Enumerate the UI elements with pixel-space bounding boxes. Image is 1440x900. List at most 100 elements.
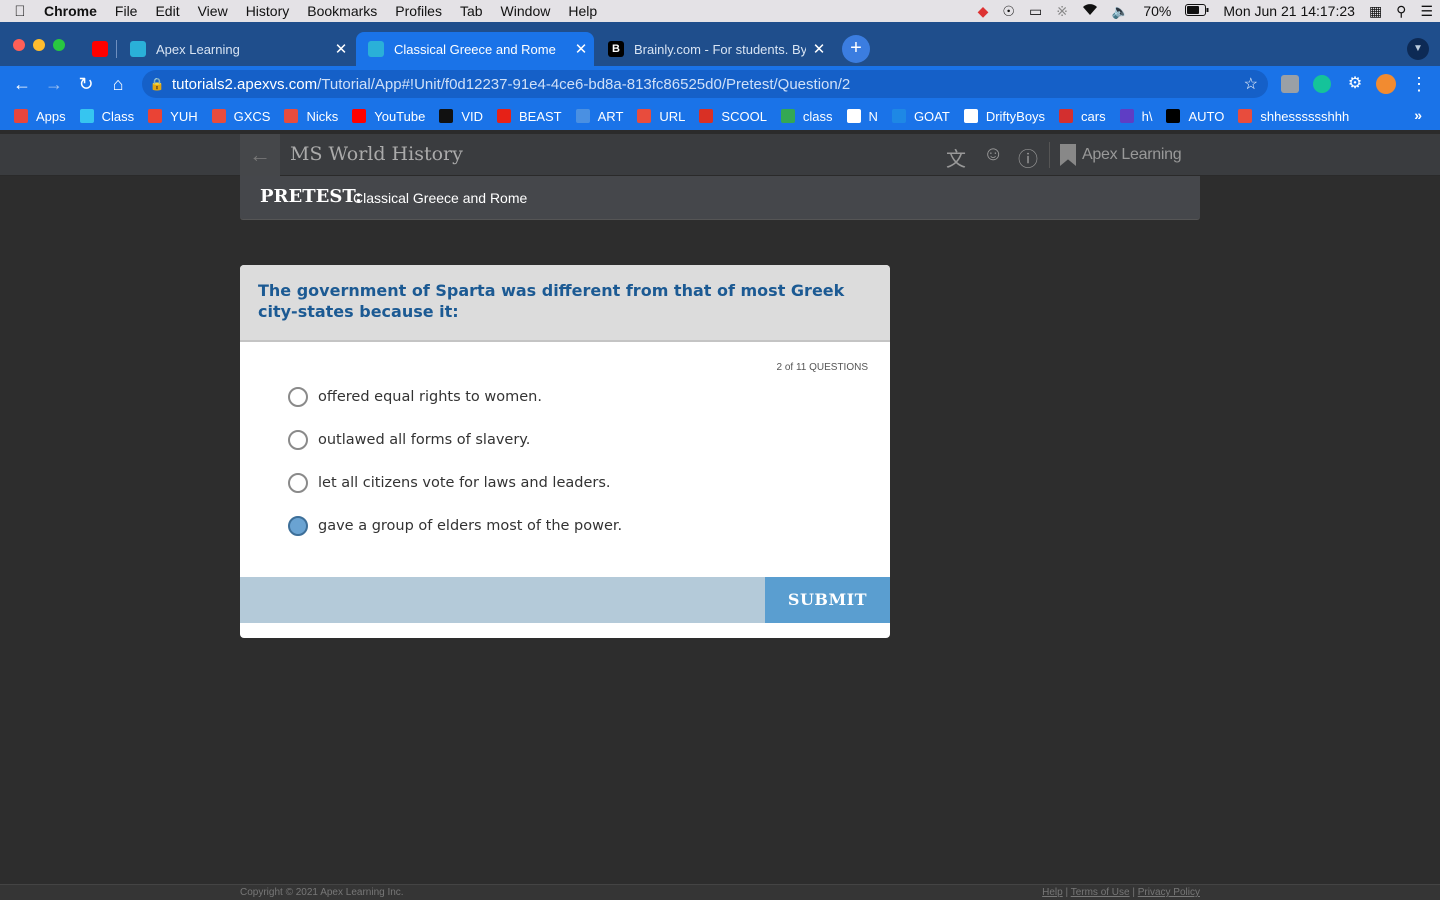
apple-menu-icon[interactable]: : [0, 3, 40, 20]
bookmark-item[interactable]: ART: [575, 109, 623, 124]
radio-button[interactable]: [288, 473, 308, 493]
close-icon[interactable]: ✕: [806, 40, 832, 58]
menu-tab[interactable]: Tab: [451, 3, 492, 19]
bookmark-label: Apps: [36, 108, 66, 124]
menu-view[interactable]: View: [189, 3, 237, 19]
menu-profiles[interactable]: Profiles: [386, 3, 451, 19]
bookmark-item[interactable]: cars: [1059, 109, 1106, 124]
bookmark-label: GXCS: [233, 108, 271, 124]
accessibility-icon[interactable]: ☉: [995, 3, 1022, 20]
url-path: /Tutorial/App#!Unit/f0d12237-91e4-4ce6-b…: [317, 75, 851, 93]
battery-percent[interactable]: 70%: [1136, 3, 1178, 19]
bookmark-favicon-icon: [780, 109, 795, 123]
tab-youtube[interactable]: [80, 32, 116, 66]
close-icon[interactable]: ✕: [568, 40, 594, 58]
control-center-icon[interactable]: ☰: [1413, 3, 1440, 20]
bookmark-item[interactable]: SCOOL: [699, 109, 767, 124]
ruby-icon[interactable]: ◆: [971, 3, 996, 20]
bookmark-item[interactable]: AUTO: [1166, 109, 1224, 124]
answer-text: let all citizens vote for laws and leade…: [318, 475, 611, 491]
bookmark-item[interactable]: class: [780, 109, 833, 124]
submit-button[interactable]: SUBMIT: [765, 577, 890, 623]
question-card: The government of Sparta was different f…: [240, 265, 890, 638]
bookmark-item[interactable]: Apps: [14, 109, 66, 124]
answer-option-3[interactable]: let all citizens vote for laws and leade…: [288, 471, 611, 495]
answer-option-2[interactable]: outlawed all forms of slavery.: [288, 428, 530, 452]
pretest-banner: PRETEST: Classical Greece and Rome: [240, 176, 1200, 220]
window-zoom-button[interactable]: [53, 39, 65, 51]
battery-icon[interactable]: [1178, 3, 1216, 19]
radio-button[interactable]: [288, 387, 308, 407]
tab-apex-learning[interactable]: Apex Learning ✕: [118, 32, 354, 66]
menu-app-name[interactable]: Chrome: [40, 3, 106, 19]
answer-text: outlawed all forms of slavery.: [318, 432, 531, 448]
tab-classical-greece[interactable]: Classical Greece and Rome ✕: [356, 32, 594, 66]
bookmark-label: YUH: [170, 108, 198, 124]
bookmark-item[interactable]: GXCS: [211, 108, 271, 124]
bookmark-item[interactable]: GOAT: [891, 109, 950, 124]
bookmark-item[interactable]: BEAST: [497, 109, 562, 124]
bookmark-favicon-icon: [148, 109, 163, 123]
extensions-puzzle-icon[interactable]: ⚙: [1343, 72, 1367, 96]
bookmark-item[interactable]: shhesssssshhh: [1238, 109, 1349, 124]
bookmark-item[interactable]: YouTube: [352, 109, 425, 124]
extension-icon[interactable]: [1281, 75, 1299, 93]
terms-link[interactable]: Terms of Use: [1071, 887, 1130, 898]
back-arrow-icon[interactable]: ←: [240, 134, 280, 176]
lock-icon[interactable]: 🔒: [142, 77, 172, 91]
bookmark-item[interactable]: YUH: [148, 108, 198, 124]
bookmark-star-icon[interactable]: ☆: [1244, 74, 1258, 94]
menu-window[interactable]: Window: [492, 3, 560, 19]
chrome-menu-icon[interactable]: ⋮: [1407, 72, 1431, 96]
calendar-icon[interactable]: ▦: [1362, 3, 1389, 20]
bookmark-item[interactable]: URL: [637, 109, 685, 124]
back-arrow-icon[interactable]: ←: [10, 72, 34, 96]
home-icon[interactable]: ⌂: [106, 72, 130, 96]
reload-icon[interactable]: ↻: [74, 72, 98, 96]
bookmark-label: cars: [1081, 108, 1106, 124]
url-host: tutorials2.apexvs.com: [172, 75, 318, 93]
answer-option-4[interactable]: gave a group of elders most of the power…: [288, 514, 622, 538]
translate-icon[interactable]: 文: [946, 143, 966, 172]
menu-history[interactable]: History: [237, 3, 299, 19]
window-minimize-button[interactable]: [33, 39, 45, 51]
bookmarks-overflow-icon[interactable]: »: [1414, 107, 1422, 123]
wifi-icon[interactable]: [1075, 3, 1105, 19]
brand-name: Apex Learning: [1082, 146, 1182, 163]
bookmark-item[interactable]: VID: [439, 109, 483, 124]
read-aloud-icon[interactable]: ☺: [983, 143, 1003, 166]
menu-file[interactable]: File: [106, 3, 147, 19]
radio-button[interactable]: [288, 430, 308, 450]
privacy-link[interactable]: Privacy Policy: [1138, 887, 1200, 898]
help-link[interactable]: Help: [1042, 887, 1063, 898]
help-icon[interactable]: ⓘ: [1018, 143, 1038, 172]
clock[interactable]: Mon Jun 21 14:17:23: [1216, 3, 1362, 19]
window-close-button[interactable]: [13, 39, 25, 51]
radio-button-selected[interactable]: [288, 516, 308, 536]
profile-avatar[interactable]: [1376, 74, 1396, 94]
menu-bookmarks[interactable]: Bookmarks: [298, 3, 386, 19]
bookmark-favicon-icon: [637, 109, 652, 123]
bluetooth-icon[interactable]: ※: [1049, 3, 1075, 20]
tab-title: Apex Learning: [156, 41, 240, 57]
bookmark-favicon-icon: [575, 109, 590, 123]
bookmark-item[interactable]: Class: [79, 109, 134, 124]
answer-option-1[interactable]: offered equal rights to women.: [288, 385, 542, 409]
bookmark-item[interactable]: h\: [1119, 109, 1152, 124]
bookmark-item[interactable]: Nicks: [284, 109, 338, 124]
tab-search-icon[interactable]: ▼: [1407, 38, 1429, 60]
new-tab-button[interactable]: +: [842, 35, 870, 63]
menu-edit[interactable]: Edit: [146, 3, 188, 19]
address-bar[interactable]: 🔒 tutorials2.apexvs.com/Tutorial/App#!Un…: [142, 70, 1268, 98]
youtube-icon: [92, 41, 108, 57]
volume-icon[interactable]: 🔈: [1105, 3, 1136, 20]
bookmark-item[interactable]: N: [846, 109, 878, 124]
spotlight-search-icon[interactable]: ⚲: [1389, 3, 1413, 20]
grammarly-icon[interactable]: [1313, 75, 1331, 93]
forward-arrow-icon[interactable]: →: [42, 72, 66, 96]
bookmark-item[interactable]: DriftyBoys: [963, 109, 1045, 124]
menu-help[interactable]: Help: [559, 3, 606, 19]
airplay-icon[interactable]: ▭: [1022, 3, 1049, 20]
tab-brainly[interactable]: B Brainly.com - For students. By ✕: [596, 32, 832, 66]
close-icon[interactable]: ✕: [328, 40, 354, 58]
